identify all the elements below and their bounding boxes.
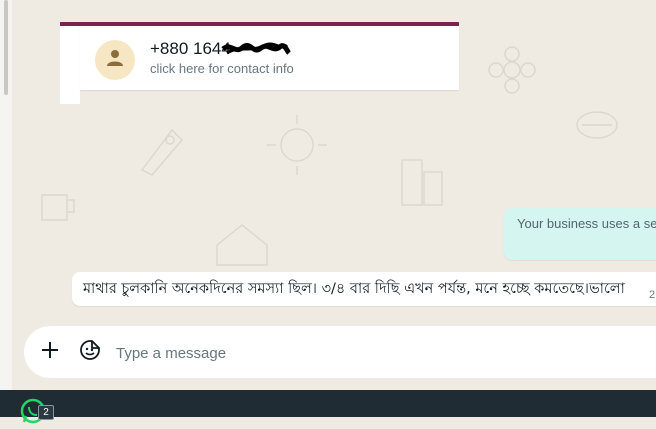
contact-card[interactable]: +880 1644 click here for contact info <box>80 26 459 90</box>
notification-badge: 2 <box>38 405 54 420</box>
attach-button[interactable] <box>38 340 62 364</box>
sticker-button[interactable] <box>78 339 102 366</box>
message-composer <box>24 326 656 378</box>
sticker-icon <box>79 339 101 366</box>
doodle-cup-icon <box>32 180 82 235</box>
message-text: মাথার চুলকানি অনেকদিনের সমস্যা ছিল। ৩/৪ … <box>83 281 625 297</box>
doodle-building-icon <box>392 150 452 215</box>
plus-icon <box>41 341 59 364</box>
message-input[interactable] <box>114 336 638 370</box>
doodle-house-icon <box>212 220 272 275</box>
contact-phone: +880 1644 <box>150 39 231 58</box>
doodle-ball-icon <box>572 100 622 155</box>
doodle-sun-icon <box>262 110 332 185</box>
incoming-message[interactable]: মাথার চুলকানি অনেকদিনের সমস্যা ছিল। ৩/৪ … <box>72 272 656 306</box>
system-notice-bubble[interactable]: Your business uses a sec <box>504 208 656 260</box>
person-icon <box>105 48 125 73</box>
taskbar <box>0 390 656 424</box>
doodle-rocket-icon <box>132 120 192 185</box>
contact-card-tail <box>60 26 80 104</box>
contact-info-link[interactable]: click here for contact info <box>150 61 294 76</box>
scrollbar-thumb[interactable] <box>4 0 8 95</box>
avatar <box>95 40 135 80</box>
doodle-flower-icon <box>482 40 542 105</box>
redaction-scribble <box>221 41 291 56</box>
message-time: 2 <box>649 289 656 301</box>
system-notice-text: Your business uses a sec <box>517 216 656 231</box>
